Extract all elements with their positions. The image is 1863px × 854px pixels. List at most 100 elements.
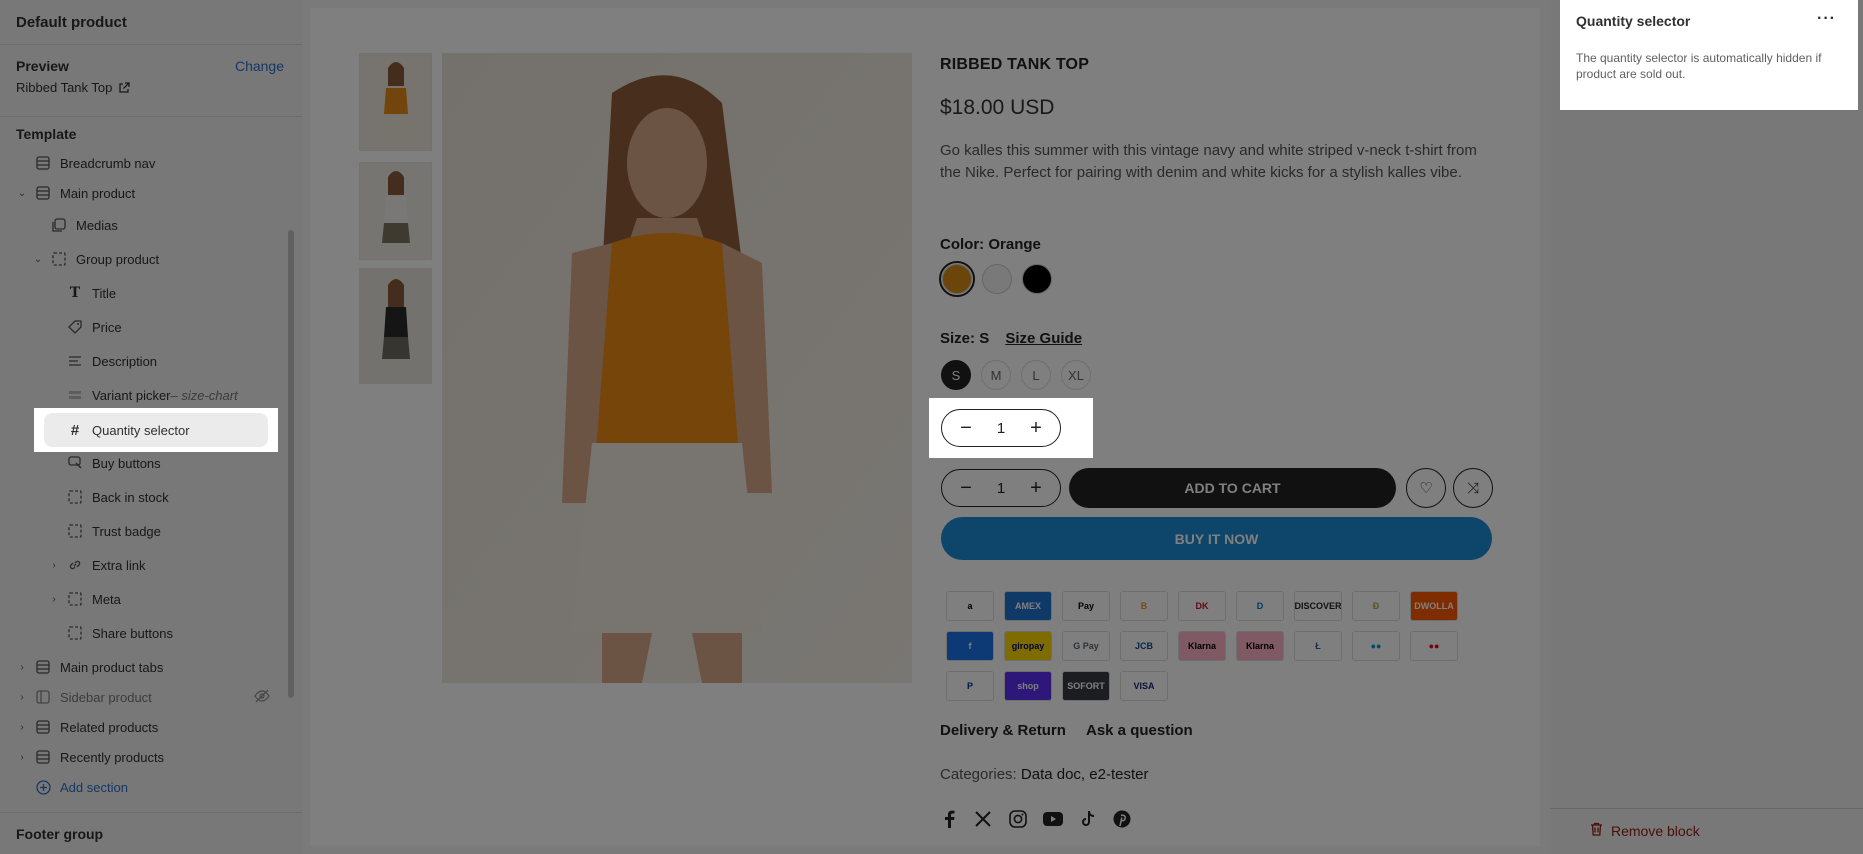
color-swatch-black[interactable]	[1022, 264, 1052, 294]
block-group-product[interactable]: ⌄ Group product	[32, 244, 159, 274]
divider	[0, 44, 302, 45]
block-buy-buttons[interactable]: Buy buttons	[66, 448, 161, 478]
payment-icon: DWOLLA	[1410, 591, 1458, 621]
size-option-xl[interactable]: XL	[1061, 360, 1091, 390]
payment-icon: DK	[1178, 591, 1226, 621]
x-twitter-icon[interactable]	[972, 808, 994, 830]
payment-icon: D	[1236, 591, 1284, 621]
block-medias[interactable]: Medias	[50, 210, 118, 240]
product-thumbnail[interactable]	[359, 53, 432, 151]
block-trust-badge[interactable]: Trust badge	[66, 516, 161, 546]
plus-icon[interactable]: +	[1026, 417, 1046, 440]
block-title[interactable]: T Title	[66, 278, 116, 308]
section-icon	[34, 658, 52, 676]
compare-button[interactable]: ⤨	[1453, 468, 1493, 508]
heart-icon: ♡	[1419, 480, 1433, 497]
tab-delivery-return[interactable]: Delivery & Return	[940, 722, 1066, 739]
facebook-icon[interactable]	[938, 808, 960, 830]
variant-icon	[66, 386, 84, 404]
payment-icon: Pay	[1062, 591, 1110, 621]
size-option-m[interactable]: M	[981, 360, 1011, 390]
remove-block-button[interactable]: Remove block	[1590, 822, 1700, 839]
block-description[interactable]: Description	[66, 346, 157, 376]
chevron-down-icon[interactable]: ⌄	[32, 253, 44, 265]
block-extra-link[interactable]: › Extra link	[48, 550, 145, 580]
block-quantity-selector[interactable]: # Quantity selector	[34, 408, 278, 452]
chevron-right-icon[interactable]: ›	[16, 721, 28, 733]
change-preview-link[interactable]: Change	[235, 58, 284, 74]
payment-icon: Đ	[1352, 591, 1400, 621]
payment-icon: a	[946, 591, 994, 621]
payment-icon: f	[946, 631, 994, 661]
text-align-icon	[66, 352, 84, 370]
wishlist-button[interactable]: ♡	[1406, 468, 1446, 508]
categories-value[interactable]: Data doc, e2-tester	[1021, 766, 1149, 783]
section-breadcrumb-nav[interactable]: Breadcrumb nav	[34, 148, 155, 178]
size-option-s[interactable]: S	[941, 360, 971, 390]
quantity-value[interactable]: 1	[997, 480, 1005, 497]
section-recently-products[interactable]: › Recently products	[16, 742, 164, 772]
color-option-label: Color: Orange	[940, 236, 1041, 253]
size-label: Size:	[940, 330, 976, 347]
product-thumbnail[interactable]	[359, 162, 432, 260]
chevron-right-icon[interactable]: ›	[16, 751, 28, 763]
payment-icon: shop	[1004, 671, 1052, 701]
more-options-icon[interactable]: ···	[1817, 10, 1836, 28]
add-to-cart-button[interactable]: ADD TO CART	[1069, 468, 1396, 508]
size-option-l[interactable]: L	[1021, 360, 1051, 390]
tree-item-label: Trust badge	[92, 523, 161, 539]
section-related-products[interactable]: › Related products	[16, 712, 158, 742]
payment-icon: Klarna	[1178, 631, 1226, 661]
chevron-down-icon[interactable]: ⌄	[16, 187, 28, 199]
chevron-right-icon[interactable]: ›	[48, 559, 60, 571]
tab-ask-question[interactable]: Ask a question	[1086, 722, 1193, 739]
group-icon	[66, 488, 84, 506]
quantity-value[interactable]: 1	[997, 420, 1005, 437]
eye-hidden-icon[interactable]	[254, 689, 270, 706]
chevron-right-icon[interactable]: ›	[48, 593, 60, 605]
payment-icon: SOFORT	[1062, 671, 1110, 701]
plus-circle-icon	[34, 778, 52, 796]
youtube-icon[interactable]	[1042, 808, 1064, 830]
block-price[interactable]: Price	[66, 312, 122, 342]
buy-it-now-button[interactable]: BUY IT NOW	[941, 517, 1492, 560]
plus-icon[interactable]: +	[1026, 477, 1046, 500]
add-section-button[interactable]: Add section	[34, 772, 128, 802]
pinterest-icon[interactable]	[1111, 808, 1133, 830]
product-thumbnail[interactable]	[359, 268, 432, 384]
sidebar-layout-icon	[34, 688, 52, 706]
link-icon	[66, 556, 84, 574]
size-guide-link[interactable]: Size Guide	[1005, 330, 1082, 347]
chevron-right-icon[interactable]: ›	[16, 691, 28, 703]
tree-item-label: Buy buttons	[92, 455, 161, 471]
block-settings-panel: Quantity selector ··· The quantity selec…	[1550, 0, 1863, 854]
block-meta[interactable]: › Meta	[48, 584, 121, 614]
block-back-in-stock[interactable]: Back in stock	[66, 482, 169, 512]
instagram-icon[interactable]	[1007, 808, 1029, 830]
block-share-buttons[interactable]: Share buttons	[66, 618, 173, 648]
tree-item-label: Back in stock	[92, 489, 169, 505]
preview-product[interactable]: Ribbed Tank Top	[16, 80, 131, 95]
quantity-stepper-buy[interactable]: − 1 +	[941, 469, 1061, 507]
section-icon	[34, 748, 52, 766]
block-variant-picker[interactable]: Variant picker – size-chart	[66, 380, 238, 410]
quantity-stepper[interactable]: − 1 +	[941, 409, 1061, 447]
tiktok-icon[interactable]	[1077, 808, 1099, 830]
section-main-product[interactable]: ⌄ Main product	[16, 178, 135, 208]
chevron-right-icon[interactable]: ›	[16, 661, 28, 673]
minus-icon[interactable]: −	[956, 417, 976, 440]
section-sidebar-product[interactable]: › Sidebar product	[16, 682, 270, 712]
color-swatch-white[interactable]	[982, 264, 1012, 294]
tree-item-label: Sidebar product	[60, 689, 152, 705]
product-description: Go kalles this summer with this vintage …	[940, 142, 1477, 181]
section-main-product-tabs[interactable]: › Main product tabs	[16, 652, 163, 682]
section-icon	[34, 718, 52, 736]
product-main-image[interactable]	[442, 53, 912, 683]
size-value: S	[979, 330, 990, 347]
color-swatch-orange[interactable]	[939, 261, 975, 297]
minus-icon[interactable]: −	[956, 477, 976, 500]
block-settings-info: The quantity selector is automatically h…	[1576, 51, 1822, 81]
sidebar-scrollbar[interactable]	[288, 230, 294, 698]
tree-item-label: Title	[92, 285, 117, 301]
payment-icon: P	[946, 671, 994, 701]
